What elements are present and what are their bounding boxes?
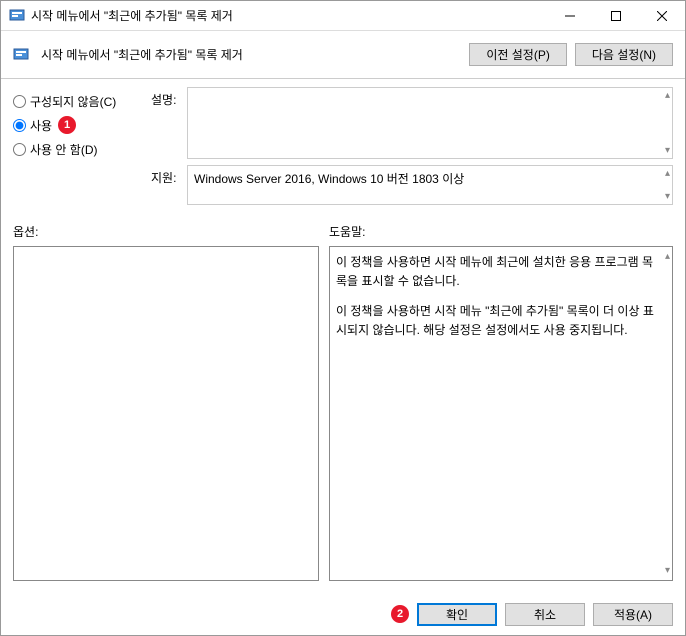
- ok-button[interactable]: 확인: [417, 603, 497, 626]
- cancel-button[interactable]: 취소: [505, 603, 585, 626]
- window-controls: [547, 1, 685, 30]
- annotation-marker-1: 1: [58, 116, 76, 134]
- policy-title: 시작 메뉴에서 "최근에 추가됨" 목록 제거: [41, 46, 461, 63]
- footer: 2 확인 취소 적용(A): [1, 593, 685, 635]
- options-panel[interactable]: [13, 246, 319, 581]
- scroll-up-icon: ▴: [665, 249, 670, 265]
- help-paragraph-1: 이 정책을 사용하면 시작 메뉴에 최근에 설치한 응용 프로그램 목록을 표시…: [336, 253, 656, 290]
- radio-not-configured[interactable]: 구성되지 않음(C): [13, 89, 143, 113]
- radio-enabled[interactable]: 사용 1: [13, 113, 143, 137]
- lower-panels: 이 정책을 사용하면 시작 메뉴에 최근에 설치한 응용 프로그램 목록을 표시…: [13, 246, 673, 581]
- support-textarea[interactable]: Windows Server 2016, Windows 10 버전 1803 …: [187, 165, 673, 205]
- support-row: 지원: Windows Server 2016, Windows 10 버전 1…: [151, 165, 673, 205]
- help-panel[interactable]: 이 정책을 사용하면 시작 메뉴에 최근에 설치한 응용 프로그램 목록을 표시…: [329, 246, 673, 581]
- scroll-down-icon: ▾: [665, 563, 670, 579]
- radio-enabled-label: 사용: [30, 117, 52, 134]
- fields-column: 설명: ▴ ▾ 지원: Windows Server 2016, Windows…: [151, 87, 673, 211]
- description-label: 설명:: [151, 87, 187, 108]
- radio-not-configured-input[interactable]: [13, 95, 26, 108]
- scroll-down-icon: ▾: [665, 191, 670, 202]
- radio-disabled-label: 사용 안 함(D): [30, 141, 98, 158]
- previous-setting-button[interactable]: 이전 설정(P): [469, 43, 567, 66]
- close-button[interactable]: [639, 1, 685, 30]
- radio-not-configured-label: 구성되지 않음(C): [30, 93, 116, 110]
- scroll-down-icon: ▾: [665, 145, 670, 156]
- policy-icon: [9, 8, 25, 24]
- toolbar: 시작 메뉴에서 "최근에 추가됨" 목록 제거 이전 설정(P) 다음 설정(N…: [1, 31, 685, 79]
- titlebar: 시작 메뉴에서 "최근에 추가됨" 목록 제거: [1, 1, 685, 31]
- scroll-up-icon: ▴: [665, 90, 670, 101]
- annotation-marker-2: 2: [391, 605, 409, 623]
- next-setting-button[interactable]: 다음 설정(N): [575, 43, 673, 66]
- help-paragraph-2: 이 정책을 사용하면 시작 메뉴 "최근에 추가됨" 목록이 더 이상 표시되지…: [336, 302, 656, 339]
- description-row: 설명: ▴ ▾: [151, 87, 673, 159]
- maximize-button[interactable]: [593, 1, 639, 30]
- support-label: 지원:: [151, 165, 187, 186]
- gpo-editor-window: 시작 메뉴에서 "최근에 추가됨" 목록 제거 시작 메뉴에서 "최근에 추가됨…: [0, 0, 686, 636]
- options-header: 옵션:: [13, 223, 329, 240]
- radio-disabled[interactable]: 사용 안 함(D): [13, 137, 143, 161]
- titlebar-text: 시작 메뉴에서 "최근에 추가됨" 목록 제거: [31, 7, 547, 24]
- radio-enabled-input[interactable]: [13, 119, 26, 132]
- apply-button[interactable]: 적용(A): [593, 603, 673, 626]
- minimize-button[interactable]: [547, 1, 593, 30]
- description-textarea[interactable]: ▴ ▾: [187, 87, 673, 159]
- config-section: 구성되지 않음(C) 사용 1 사용 안 함(D) 설명: ▴: [13, 87, 673, 211]
- columns-header: 옵션: 도움말:: [13, 223, 673, 240]
- scroll-up-icon: ▴: [665, 168, 670, 179]
- policy-icon: [13, 47, 29, 63]
- radio-group: 구성되지 않음(C) 사용 1 사용 안 함(D): [13, 87, 143, 211]
- content-area: 구성되지 않음(C) 사용 1 사용 안 함(D) 설명: ▴: [1, 79, 685, 593]
- radio-disabled-input[interactable]: [13, 143, 26, 156]
- help-header: 도움말:: [329, 223, 365, 240]
- support-value: Windows Server 2016, Windows 10 버전 1803 …: [194, 172, 464, 186]
